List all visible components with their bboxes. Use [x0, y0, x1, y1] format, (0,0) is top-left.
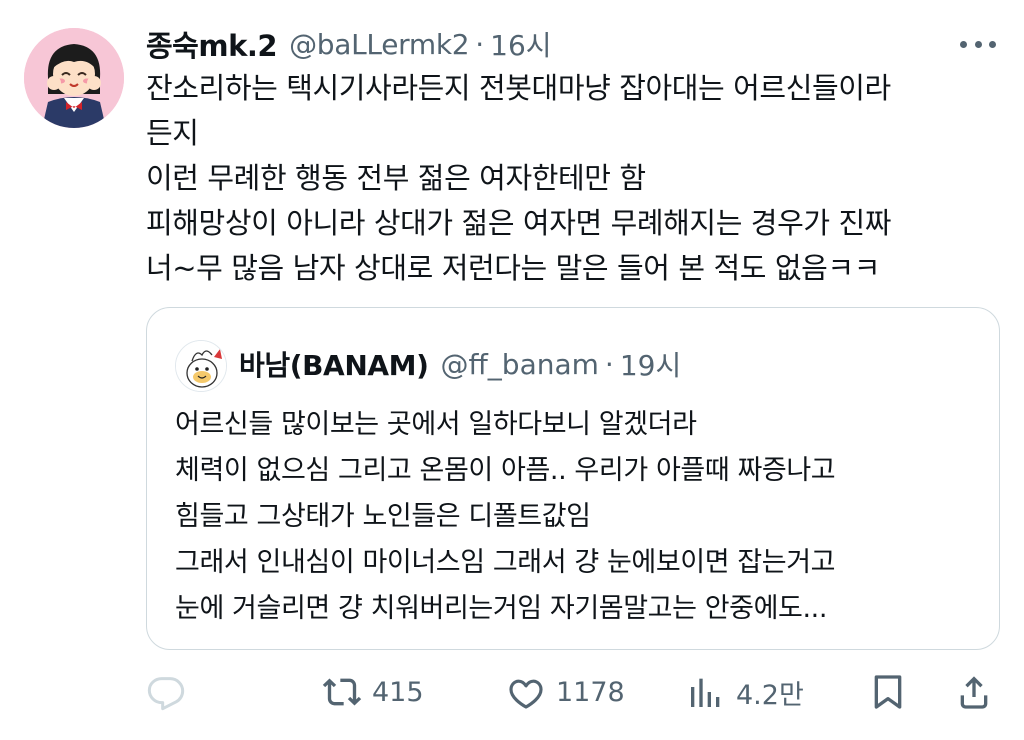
quoted-tweet-card[interactable]: 바남(BANAM) @ff_banam · 19시 어르신들 많이보는 곳에서 …	[146, 307, 1000, 650]
views-button[interactable]: 4.2만	[686, 668, 804, 716]
quoted-tweet-timestamp[interactable]: 19시	[620, 344, 681, 384]
tweet-line: 너~무 많음 남자 상대로 저런다는 말은 들어 본 적도 없음ㅋㅋ	[146, 251, 880, 285]
heart-icon	[509, 679, 543, 709]
author-display-name[interactable]: 종숙mk.2	[146, 23, 278, 65]
retweet-count: 415	[372, 676, 424, 708]
author-avatar[interactable]	[24, 28, 124, 128]
quoted-line: 체력이 없으심 그리고 온몸이 아픔.. 우리가 아플때 짜증나고	[175, 455, 836, 486]
share-icon	[960, 676, 988, 709]
quoted-header-separator: ·	[604, 347, 614, 381]
tweet-action-bar: 415 1178 4.2만	[146, 668, 1000, 716]
header-separator: ·	[475, 27, 485, 61]
quoted-line: 어르신들 많이보는 곳에서 일하다보니 알겠더라	[175, 409, 697, 440]
views-count: 4.2만	[736, 679, 804, 711]
tweet-line: 피해망상이 아니라 상대가 젊은 여자면 무례해지는 경우가 진짜	[146, 206, 892, 240]
author-handle[interactable]: @baLLermk2	[289, 28, 470, 61]
like-button[interactable]: 1178	[506, 668, 625, 716]
like-count: 1178	[556, 676, 625, 708]
more-dot-icon	[989, 40, 996, 48]
tweet-body: 잔소리하는 택시기사라든지 전봇대마냥 잡아대는 어르신들이라 든지 이런 무례…	[146, 66, 996, 291]
more-dot-icon	[974, 40, 982, 48]
bookmark-icon	[874, 675, 902, 709]
tweet-header: 종숙mk.2 @baLLermk2 · 16시	[146, 24, 552, 64]
views-icon	[691, 678, 720, 707]
reply-icon	[147, 677, 185, 711]
quoted-tweet-body: 어르신들 많이보는 곳에서 일하다보니 알겠더라 체력이 없으심 그리고 온몸이…	[175, 402, 975, 632]
tweet-timestamp[interactable]: 16시	[490, 24, 551, 64]
reply-button[interactable]	[146, 668, 186, 716]
quoted-tweet-header: 바남(BANAM) @ff_banam · 19시	[239, 344, 681, 384]
quoted-line: 힘들고 그상태가 노인들은 디폴트값임	[175, 501, 591, 532]
quoted-line: 눈에 거슬리면 걍 치워버리는거임 자기몸말고는 안중에도...	[175, 593, 828, 624]
quoted-author-display-name[interactable]: 바남(BANAM)	[239, 344, 429, 384]
tweet-line: 잔소리하는 택시기사라든지 전봇대마냥 잡아대는 어르신들이라	[146, 71, 891, 105]
more-dot-icon	[960, 40, 967, 48]
share-button[interactable]	[954, 668, 994, 716]
bookmark-button[interactable]	[868, 668, 908, 716]
more-options-button[interactable]	[958, 30, 998, 58]
quoted-avatar-illustration	[176, 341, 226, 391]
quoted-author-avatar[interactable]	[175, 340, 227, 392]
tweet-line: 든지	[146, 116, 199, 150]
retweet-icon	[322, 678, 362, 706]
quoted-line: 그래서 인내심이 마이너스임 그래서 걍 눈에보이면 잡는거고	[175, 547, 836, 578]
retweet-button[interactable]: 415	[322, 668, 424, 716]
quoted-author-handle[interactable]: @ff_banam	[441, 348, 599, 381]
tweet-line: 이런 무례한 행동 전부 젊은 여자한테만 함	[146, 161, 646, 195]
avatar-illustration	[24, 28, 124, 128]
